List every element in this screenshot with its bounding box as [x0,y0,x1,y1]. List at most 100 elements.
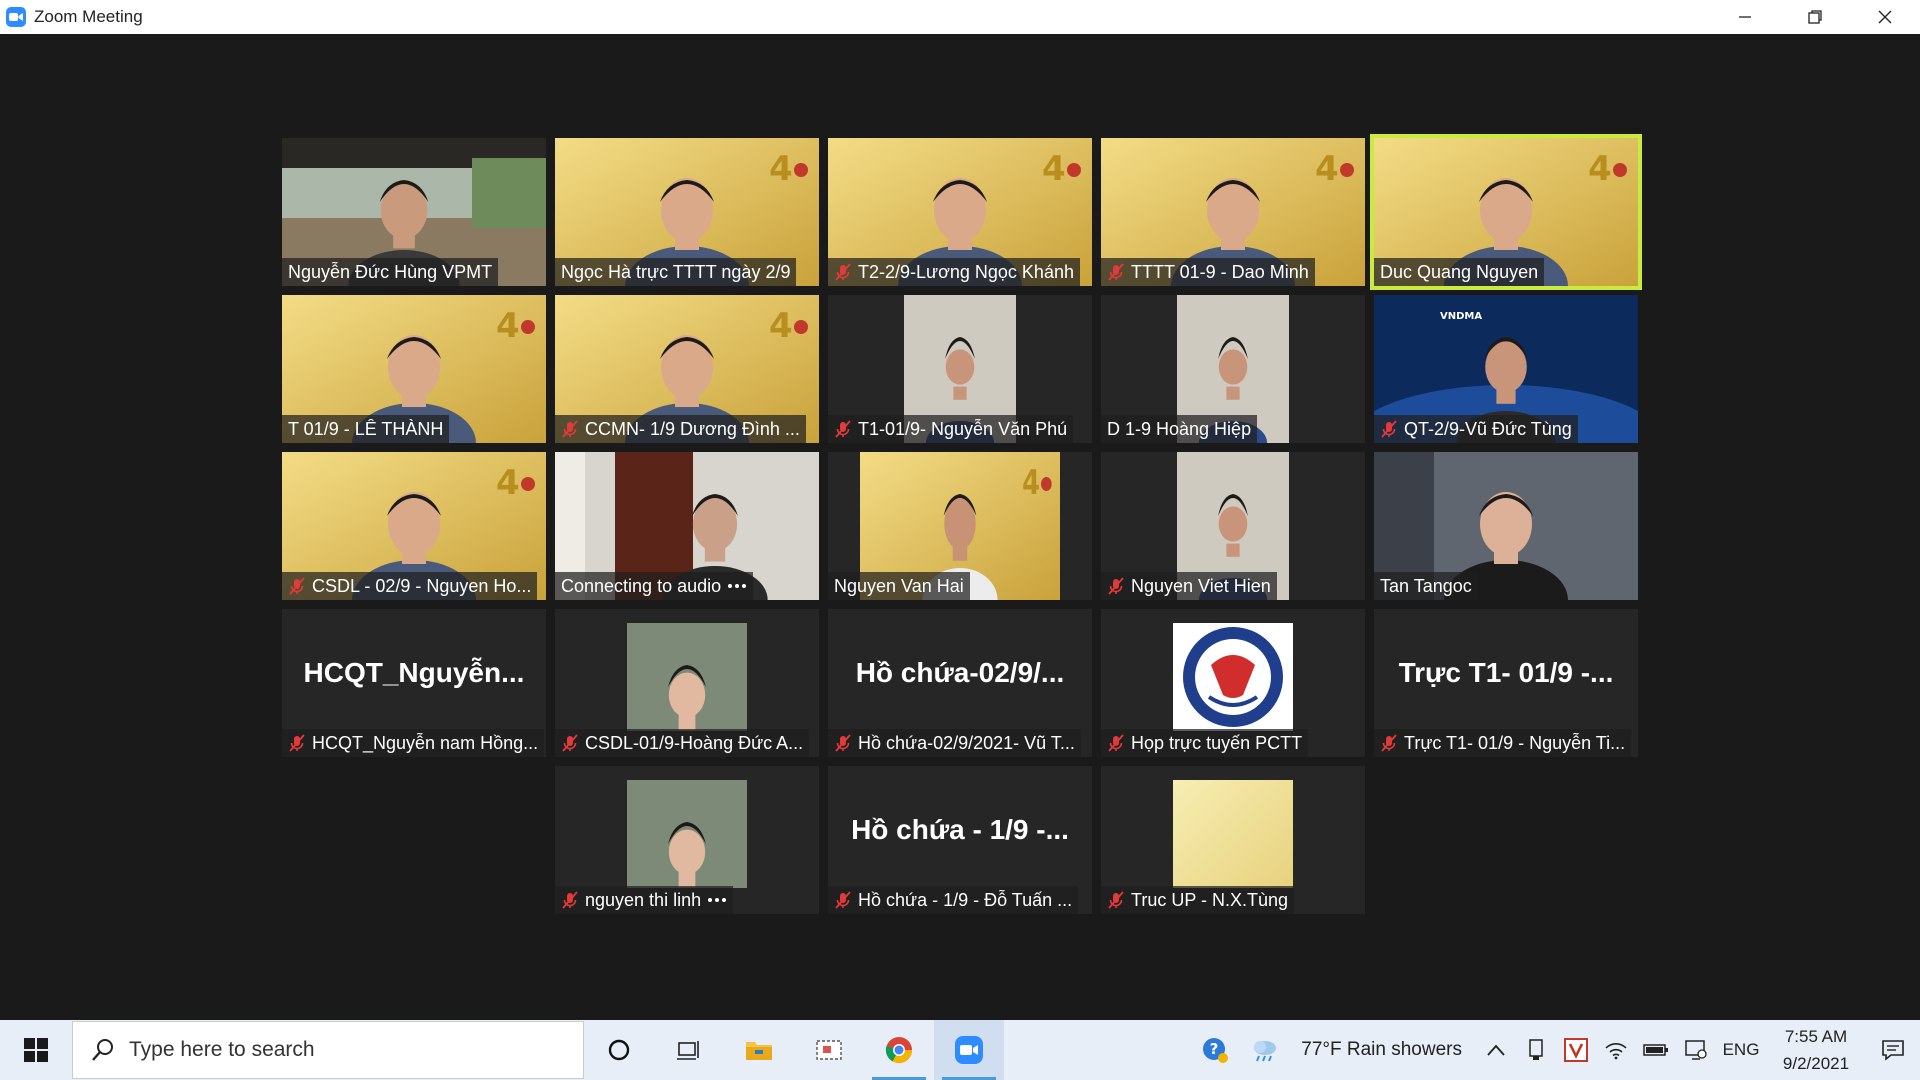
file-explorer-button[interactable] [724,1020,794,1080]
muted-mic-icon [1381,420,1397,438]
muted-mic-icon [562,891,578,909]
title-bar: Zoom Meeting [0,0,1920,34]
action-center-button[interactable] [1866,1020,1920,1080]
task-view-icon [677,1041,699,1060]
participant-tile[interactable]: Trực T1- 01/9 -... Trực T1- 01/9 - Nguyễn… [1374,609,1638,757]
participant-tile[interactable]: 4 CCMN- 1/9 Dương Đình ... [555,295,819,443]
participant-tile[interactable]: 4 Nguyen Van Hai [828,452,1092,600]
snipping-tool-icon [816,1040,842,1060]
minimize-icon [1739,16,1751,18]
clock[interactable]: 7:55 AM 9/2/2021 [1766,1023,1866,1077]
rain-cloud-icon [1254,1041,1277,1062]
participant-tile[interactable]: 4 T 01/9 - LÊ THÀNH [282,295,546,443]
participant-name: CCMN- 1/9 Dương Đình ... [585,418,800,439]
participant-tile[interactable]: HCQT_Nguyễn... HCQT_Nguyễn nam Hồng... [282,609,546,757]
pctt-logo-icon [1183,627,1283,727]
participant-tile[interactable]: VNDMA QT-2/9-Vũ Đức Tùng [1374,295,1638,443]
more-dots-icon [728,584,747,588]
participant-name-bar: Truc UP - N.X.Tùng [1101,886,1295,914]
participant-name: CSDL - 02/9 - Nguyen Ho... [312,575,532,596]
participant-name: D 1-9 Hoàng Hiệp [1107,418,1252,439]
participant-tile[interactable]: Truc UP - N.X.Tùng [1101,766,1365,914]
participant-name-bar: Trực T1- 01/9 - Nguyễn Ti... [1374,729,1632,757]
participant-name: Nguyen Van Hai [834,575,964,596]
clock-time: 7:55 AM [1784,1027,1848,1046]
participant-tile[interactable]: T1-01/9- Nguyễn Văn Phú [828,295,1092,443]
participant-name-bar: Hồ chứa - 1/9 - Đỗ Tuấn ... [828,886,1079,914]
participant-name: QT-2/9-Vũ Đức Tùng [1404,418,1572,439]
search-placeholder: Type here to search [129,1038,315,1061]
display-tray-button[interactable] [1676,1020,1716,1080]
participant-tile[interactable]: D 1-9 Hoàng Hiệp [1101,295,1365,443]
participant-name-bar: Nguyễn Đức Hùng VPMT [282,258,499,286]
muted-mic-icon [1108,577,1124,595]
participant-name-bar: CSDL-01/9-Hoàng Đức A... [555,729,810,757]
participant-tile[interactable]: 4 CSDL - 02/9 - Nguyen Ho... [282,452,546,600]
clock-date: 9/2/2021 [1782,1054,1850,1073]
participant-name: nguyen thi linh [585,889,702,910]
system-tray: ? 77°F Rain showers ENG 7:55 AM 9/2/2021 [1195,1020,1920,1080]
help-icon: ? [1203,1038,1229,1063]
participant-tile[interactable]: Hồ chứa-02/9/... Hồ chứa-02/9/2021- Vũ T.… [828,609,1092,757]
snipping-tool-button[interactable] [794,1020,864,1080]
participant-name: Ngọc Hà trực TTTT ngày 2/9 [561,261,791,282]
participant-tile[interactable]: 4 Ngọc Hà trực TTTT ngày 2/9 [555,138,819,286]
input-language[interactable]: ENG [1716,1040,1766,1060]
participant-tile[interactable]: Tan Tangoc [1374,452,1638,600]
participant-display-name: Hồ chứa-02/9/... [855,657,1065,688]
weather-text[interactable]: 77°F Rain showers [1301,1039,1462,1061]
participant-name: CSDL-01/9-Hoàng Đức A... [585,732,804,753]
participant-name-bar: Tan Tangoc [1374,572,1478,600]
participant-tile[interactable]: 4 TTTT 01-9 - Dao Minh [1101,138,1365,286]
participant-tile[interactable]: Hồ chứa - 1/9 -... Hồ chứa - 1/9 - Đỗ Tuấ… [828,766,1092,914]
participant-tile[interactable]: nguyen thi linh [555,766,819,914]
participant-name: Nguyen Viet Hien [1131,575,1271,596]
participant-name: Duc Quang Nguyen [1380,261,1539,282]
participant-name-bar: T1-01/9- Nguyễn Văn Phú [828,415,1074,443]
restore-button[interactable] [1780,0,1850,34]
zoom-taskbar-button[interactable] [934,1020,1004,1080]
taskbar-search-box[interactable]: Type here to search [72,1021,584,1079]
muted-mic-icon [562,420,578,438]
muted-mic-icon [289,734,305,752]
participant-tile[interactable]: Connecting to audio [555,452,819,600]
device-tray-button[interactable] [1516,1020,1556,1080]
close-icon [1878,10,1892,24]
participant-display-name: Trực T1- 01/9 -... [1398,657,1614,688]
search-icon [92,1039,113,1061]
participant-name: Connecting to audio [561,575,722,596]
help-tray-button[interactable]: ? [1195,1020,1235,1080]
close-button[interactable] [1850,0,1920,34]
show-hidden-icons-button[interactable] [1476,1020,1516,1080]
start-button[interactable] [0,1020,72,1080]
participant-tile[interactable]: Nguyễn Đức Hùng VPMT [282,138,546,286]
participant-name-bar: D 1-9 Hoàng Hiệp [1101,415,1258,443]
wifi-tray-button[interactable] [1596,1020,1636,1080]
task-view-button[interactable] [654,1020,724,1080]
muted-mic-icon [835,734,851,752]
antivirus-tray-button[interactable] [1556,1020,1596,1080]
participant-tile[interactable]: 4 T2-2/9-Lương Ngọc Khánh [828,138,1092,286]
display-settings-icon [1685,1040,1707,1060]
participant-name-bar: Connecting to audio [555,572,754,600]
participant-name-bar: nguyen thi linh [555,886,734,914]
wifi-icon [1605,1043,1627,1060]
device-icon [1529,1039,1543,1060]
participant-name-bar: Nguyen Viet Hien [1101,572,1277,600]
muted-mic-icon [1108,263,1124,281]
participant-name: HCQT_Nguyễn nam Hồng... [312,732,539,753]
participant-tile[interactable]: CSDL-01/9-Hoàng Đức A... [555,609,819,757]
participant-name-bar: Họp trực tuyến PCTT [1101,729,1309,757]
participant-tile[interactable]: Họp trực tuyến PCTT [1101,609,1365,757]
cortana-button[interactable] [584,1020,654,1080]
antivirus-v-icon [1564,1038,1588,1062]
participant-name: Hồ chứa-02/9/2021- Vũ T... [858,732,1075,753]
participant-tile[interactable]: 4 Duc Quang Nguyen [1370,134,1642,290]
folder-icon [746,1042,772,1060]
battery-tray-button[interactable] [1636,1020,1676,1080]
participant-tile[interactable]: Nguyen Viet Hien [1101,452,1365,600]
minimize-button[interactable] [1710,0,1780,34]
chrome-button[interactable] [864,1020,934,1080]
weather-tray-button[interactable] [1235,1020,1295,1080]
windows-logo-icon [24,1038,48,1062]
